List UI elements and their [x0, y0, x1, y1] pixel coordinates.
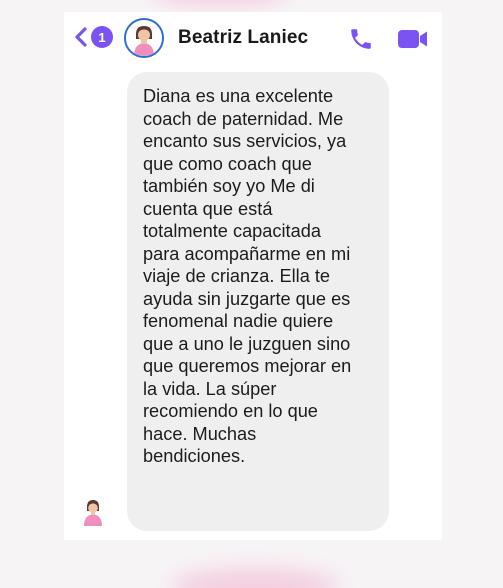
chat-window: 1 Beatriz Laniec Diana es una excelente …	[64, 12, 442, 540]
back-button[interactable]: 1	[74, 26, 113, 48]
call-button[interactable]	[348, 26, 374, 57]
avatar-illustration-small	[84, 500, 102, 526]
video-call-button[interactable]	[397, 28, 429, 55]
contact-name[interactable]: Beatriz Laniec	[178, 27, 308, 49]
video-camera-icon	[397, 30, 429, 54]
avatar[interactable]	[124, 18, 164, 58]
message-text: Diana es una excelente coach de paternid…	[143, 86, 352, 466]
phone-icon	[348, 29, 374, 56]
avatar-illustration	[126, 20, 162, 56]
sender-avatar[interactable]	[78, 496, 108, 526]
decorative-glow-top	[150, 0, 290, 8]
unread-count-badge: 1	[91, 26, 113, 48]
decorative-glow-bottom	[170, 568, 340, 588]
message-bubble[interactable]: Diana es una excelente coach de paternid…	[127, 72, 389, 531]
chat-header: 1 Beatriz Laniec	[64, 12, 442, 66]
chevron-left-icon	[74, 26, 88, 48]
